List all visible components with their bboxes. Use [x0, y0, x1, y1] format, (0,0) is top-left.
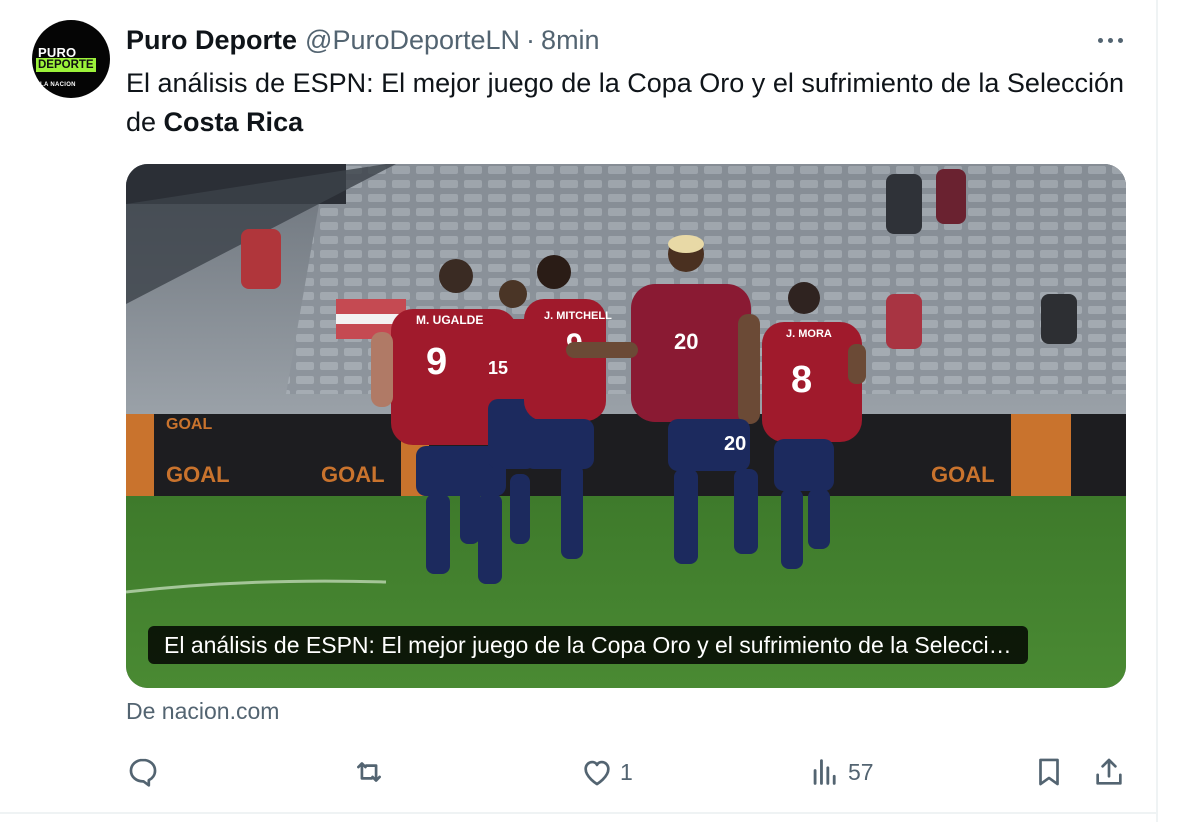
- player-number-text: 20: [674, 329, 698, 354]
- views-button[interactable]: 57: [808, 752, 874, 792]
- ad-board-text: GOAL: [166, 462, 230, 487]
- views-count: 57: [848, 758, 874, 785]
- player-number-text: 8: [791, 359, 812, 401]
- separator: ·: [526, 24, 536, 55]
- player-name-text: M. UGALDE: [416, 313, 483, 327]
- player-name-text: J. MORA: [786, 328, 832, 340]
- heart-icon: [584, 760, 610, 786]
- like-button[interactable]: 1: [580, 752, 633, 792]
- more-options-icon[interactable]: [1090, 26, 1130, 54]
- bookmark-button[interactable]: [1032, 752, 1066, 792]
- link-card-caption[interactable]: El análisis de ESPN: El mejor juego de l…: [148, 626, 1028, 664]
- tweet-header: Puro Deporte @PuroDeporteLN · 8min: [126, 24, 600, 56]
- avatar-logo-text: LA NACION: [40, 82, 76, 88]
- timestamp[interactable]: 8min: [541, 25, 600, 56]
- tweet-text-bold: Costa Rica: [163, 107, 304, 137]
- link-card-image[interactable]: GOAL GOAL GOAL GOAL M. UGALDE 9 15 J. MI…: [126, 164, 1126, 688]
- player-name-text: J. MITCHELL: [544, 310, 612, 322]
- player-number-text: 9: [426, 341, 447, 383]
- author-handle[interactable]: @PuroDeporteLN: [305, 25, 520, 56]
- tweet-card[interactable]: PURO DEPORTE LA NACION Puro Deporte @Pur…: [0, 0, 1158, 822]
- ad-board-text: GOAL: [321, 462, 385, 487]
- share-button[interactable]: [1092, 752, 1126, 792]
- player-number-text: 20: [724, 433, 746, 455]
- author-name[interactable]: Puro Deporte: [126, 25, 297, 56]
- reply-button[interactable]: [126, 752, 166, 792]
- divider: [0, 812, 1158, 814]
- like-count: 1: [620, 758, 633, 785]
- tweet-text: El análisis de ESPN: El mejor juego de l…: [126, 64, 1126, 142]
- link-source[interactable]: De nacion.com: [126, 698, 279, 725]
- ad-board-text: GOAL: [931, 462, 995, 487]
- avatar[interactable]: PURO DEPORTE LA NACION: [32, 20, 110, 98]
- retweet-button[interactable]: [352, 752, 392, 792]
- views-icon: [813, 759, 836, 785]
- bookmark-icon: [1039, 758, 1059, 786]
- football-photo: GOAL GOAL GOAL GOAL M. UGALDE 9 15 J. MI…: [126, 164, 1126, 688]
- action-bar: 1 57: [126, 752, 1132, 792]
- retweet-icon: [357, 762, 381, 782]
- ad-board-text: GOAL: [166, 416, 212, 433]
- share-icon: [1096, 758, 1122, 785]
- avatar-logo-text: DEPORTE: [36, 58, 96, 72]
- reply-icon: [129, 758, 157, 787]
- player-number-text: 15: [488, 358, 508, 378]
